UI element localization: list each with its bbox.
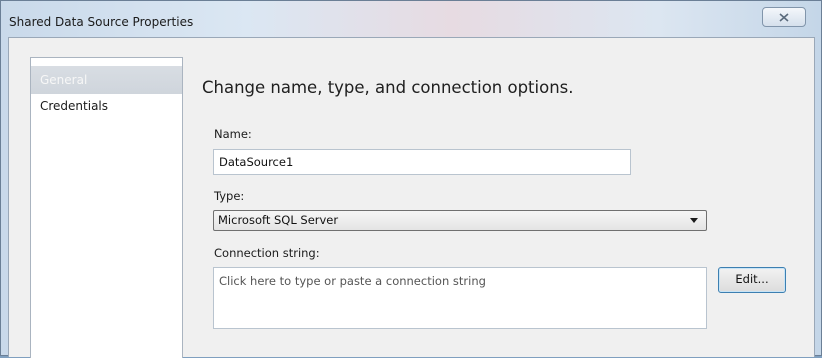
connection-string-label: Connection string: <box>214 246 320 260</box>
chevron-down-icon <box>690 218 698 223</box>
type-select-value: Microsoft SQL Server <box>218 213 339 227</box>
name-field[interactable]: DataSource1 <box>213 149 631 175</box>
window-title: Shared Data Source Properties <box>9 15 194 29</box>
connection-string-input[interactable]: Click here to type or paste a connection… <box>213 267 707 329</box>
sidebar-item-label: General <box>40 73 88 87</box>
name-label: Name: <box>214 127 252 141</box>
title-bar[interactable]: Shared Data Source Properties <box>1 1 821 37</box>
close-button[interactable] <box>762 7 806 27</box>
dialog-window: Shared Data Source Properties General Cr… <box>0 0 822 358</box>
sidebar-item-general[interactable]: General <box>31 66 182 94</box>
dialog-content: General Credentials Change name, type, a… <box>8 37 815 358</box>
edit-button[interactable]: Edit... <box>718 267 786 293</box>
sidebar-nav: General Credentials <box>30 57 183 358</box>
type-select[interactable]: Microsoft SQL Server <box>213 210 707 231</box>
page-heading: Change name, type, and connection option… <box>202 78 574 97</box>
sidebar-item-credentials[interactable]: Credentials <box>31 92 182 120</box>
type-label: Type: <box>214 189 245 203</box>
sidebar-item-label: Credentials <box>40 99 109 113</box>
close-icon <box>779 12 789 22</box>
